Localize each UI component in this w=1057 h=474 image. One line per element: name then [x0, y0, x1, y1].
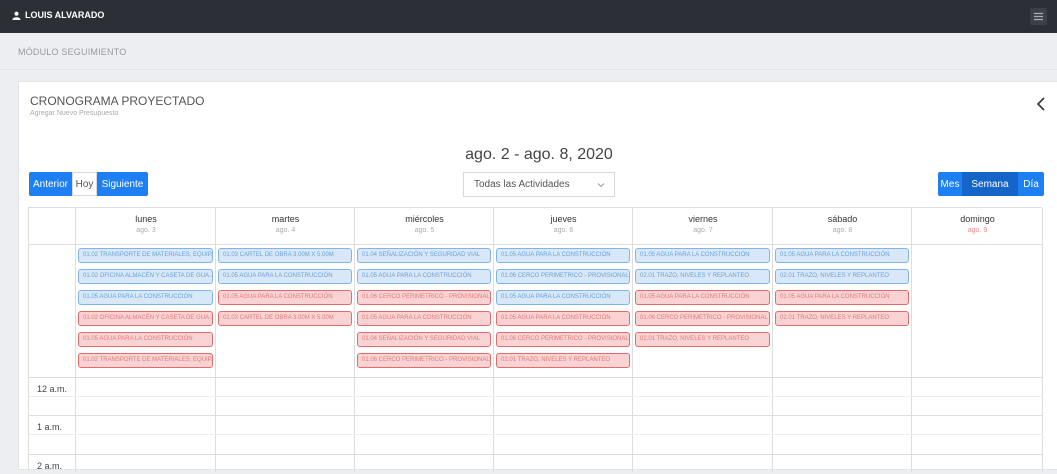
day-header-date: ago. 7 [693, 227, 713, 234]
activity-filter-select[interactable]: Todas las Actividades [463, 172, 615, 197]
grid-column-line [1042, 208, 1043, 472]
time-slot-label: 1 a.m. [37, 422, 63, 432]
grid-column-line [215, 208, 216, 472]
chevron-left-icon[interactable] [1035, 96, 1047, 112]
day-header-date: ago. 4 [275, 227, 296, 234]
header-divider [29, 244, 1043, 245]
half-hour-line [29, 396, 1043, 397]
calendar-event[interactable]: 01.06 CERCO PERIMETRICO - PROVISIONAL [357, 290, 491, 305]
hour-line [29, 454, 1043, 455]
calendar-event[interactable]: 01.05 AGUA PARA LA CONSTRUCCIÓN [775, 248, 909, 263]
calendar-event[interactable]: 01.05 AGUA PARA LA CONSTRUCCIÓN [78, 332, 213, 347]
day-header-name: miércoles [405, 214, 444, 224]
view-month-button[interactable]: Mes [938, 172, 962, 196]
grid-column-line [75, 208, 76, 472]
prev-button[interactable]: Anterior [29, 172, 72, 196]
hour-line [29, 415, 1043, 416]
calendar-event[interactable]: 01.05 AGUA PARA LA CONSTRUCCIÓN [496, 311, 630, 326]
calendar-event[interactable]: 01.02 OFICINA ALMACÉN Y CASETA DE GUA... [78, 311, 213, 326]
panel-title: CRONOGRAMA PROYECTADO [30, 94, 205, 108]
calendar-event[interactable]: 01.05 AGUA PARA LA CONSTRUCCIÓN [635, 290, 770, 305]
view-week-button[interactable]: Semana [962, 172, 1018, 196]
calendar-event[interactable]: 01.06 CERCO PERIMETRICO - PROVISIONAL [635, 311, 770, 326]
grid-column-line [772, 208, 773, 472]
today-button[interactable]: Hoy [72, 172, 97, 196]
chevron-down-icon [597, 183, 605, 188]
calendar-event[interactable]: 01.05 AGUA PARA LA CONSTRUCCIÓN [357, 269, 491, 284]
user-menu[interactable]: LOUIS ALVARADO [12, 10, 104, 20]
day-header-date: ago. 9 [967, 227, 988, 234]
all-day-divider [29, 377, 1043, 378]
calendar-event[interactable]: 01.03 CARTEL DE OBRA 3.00M X 5.00M [218, 248, 352, 263]
grid-column-line [632, 208, 633, 472]
grid-column-line [493, 208, 494, 472]
day-header-date: ago. 8 [832, 227, 853, 234]
calendar-event[interactable]: 01.02 TRANSPORTE DE MATERIALES, EQUIP... [78, 353, 213, 368]
day-header-name: viernes [688, 214, 718, 224]
divider [0, 69, 1057, 70]
activity-filter-value: Todas las Actividades [474, 179, 570, 190]
day-header-name: domingo [960, 214, 995, 224]
calendar-event[interactable]: 01.05 AGUA PARA LA CONSTRUCCIÓN [357, 311, 491, 326]
grid-column-line [911, 208, 912, 472]
calendar-event[interactable]: 01.04 SEÑALIZACIÓN Y SEGURIDAD VIAL [357, 248, 491, 263]
calendar-event[interactable]: 01.05 AGUA PARA LA CONSTRUCCIÓN [218, 269, 352, 284]
calendar-event[interactable]: 02.01 TRAZO, NIVELES Y REPLANTEO [496, 353, 630, 368]
calendar-event[interactable]: 01.02 TRANSPORTE DE MATERIALES, EQUIP... [78, 248, 213, 263]
grid-column-line [354, 208, 355, 472]
day-header-name: sábado [827, 214, 858, 224]
calendar-event[interactable]: 01.06 CERCO PERIMETRICO - PROVISIONAL [357, 353, 491, 368]
calendar-event[interactable]: 01.06 CERCO PERIMETRICO - PROVISIONAL [496, 332, 630, 347]
calendar-event[interactable]: 01.05 AGUA PARA LA CONSTRUCCIÓN [635, 248, 770, 263]
menu-button[interactable] [1030, 8, 1047, 25]
day-header-name: jueves [550, 214, 577, 224]
calendar-event[interactable]: 02.01 TRAZO, NIVELES Y REPLANTEO [775, 311, 909, 326]
day-header-date: ago. 6 [553, 227, 574, 234]
day-header-name: martes [271, 214, 300, 224]
calendar-event[interactable]: 02.01 TRAZO, NIVELES Y REPLANTEO [635, 269, 770, 284]
user-name: LOUIS ALVARADO [25, 10, 105, 20]
day-header-date: ago. 3 [136, 227, 156, 234]
week-calendar: lunes ago. 3 martes ago. 4 miércoles ago. 5 ju… [28, 207, 1043, 474]
half-hour-line [29, 434, 1043, 435]
day-header-date: ago. 5 [414, 227, 435, 234]
calendar-event[interactable]: 01.03 CARTEL DE OBRA 3.00M X 5.00M [218, 311, 352, 326]
calendar-event[interactable]: 01.02 OFICINA ALMACÉN Y CASETA DE GUA... [78, 269, 213, 284]
time-slot-label: 12 a.m. [37, 384, 68, 394]
calendar-event[interactable]: 01.05 AGUA PARA LA CONSTRUCCIÓN [78, 290, 213, 305]
user-icon [12, 11, 21, 20]
schedule-panel: CRONOGRAMA PROYECTADO Agregar Nuevo Pres… [18, 81, 1057, 474]
view-day-button[interactable]: Día [1018, 172, 1044, 196]
calendar-event[interactable]: 02.01 TRAZO, NIVELES Y REPLANTEO [635, 332, 770, 347]
calendar-event[interactable]: 01.05 AGUA PARA LA CONSTRUCCIÓN [775, 290, 909, 305]
calendar-event[interactable]: 01.04 SEÑALIZACIÓN Y SEGURIDAD VIAL [357, 332, 491, 347]
day-header-name: lunes [135, 214, 157, 224]
module-title: MÓDULO SEGUIMIENTO [18, 47, 127, 57]
calendar-event[interactable]: 02.01 TRAZO, NIVELES Y REPLANTEO [775, 269, 909, 284]
calendar-event[interactable]: 01.05 AGUA PARA LA CONSTRUCCIÓN [218, 290, 352, 305]
calendar-event[interactable]: 01.05 AGUA PARA LA CONSTRUCCIÓN [496, 248, 630, 263]
top-bar: LOUIS ALVARADO [0, 0, 1057, 33]
next-button[interactable]: Siguiente [97, 172, 148, 196]
panel-subtitle[interactable]: Agregar Nuevo Presupuesto [30, 110, 118, 117]
hamburger-icon [1033, 12, 1044, 21]
calendar-event[interactable]: 01.05 AGUA PARA LA CONSTRUCCIÓN [496, 290, 630, 305]
calendar-event[interactable]: 01.06 CERCO PERIMETRICO - PROVISIONAL [496, 269, 630, 284]
date-range-title: ago. 2 - ago. 8, 2020 [465, 146, 613, 163]
